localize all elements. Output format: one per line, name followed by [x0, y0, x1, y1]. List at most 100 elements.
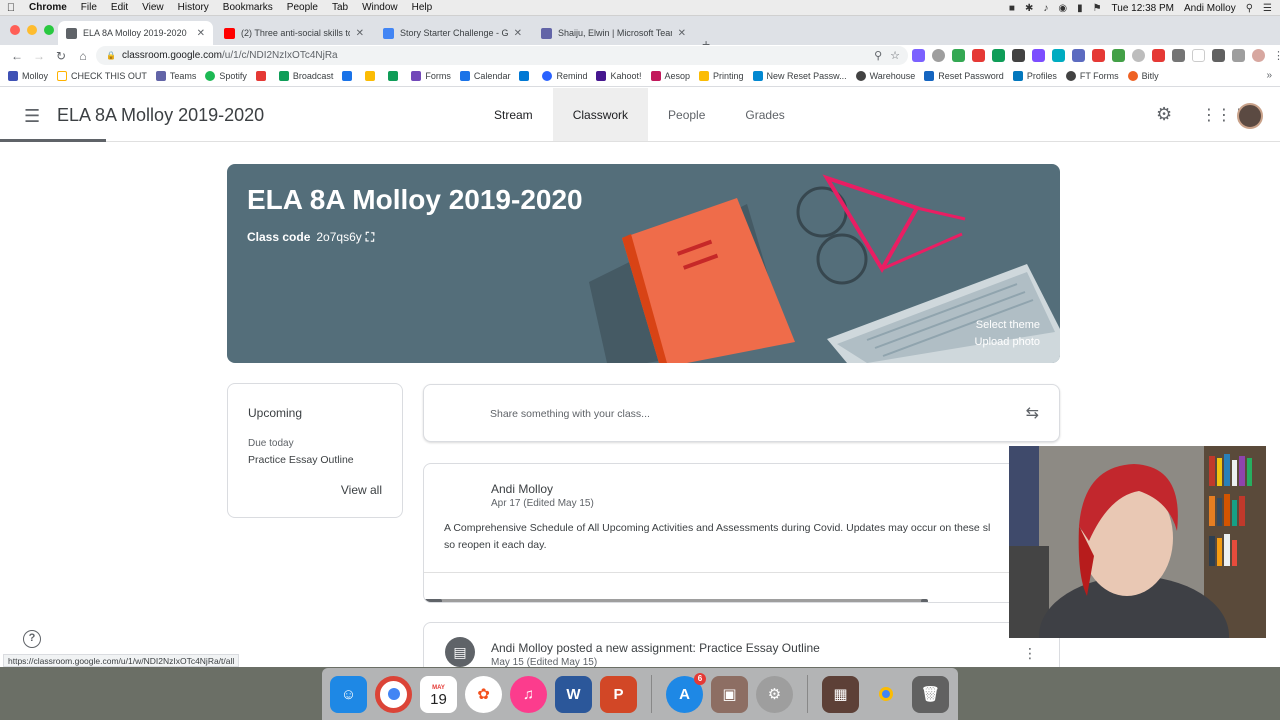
- bookmark-youtube[interactable]: [255, 71, 270, 81]
- scrollbar-thumb-end[interactable]: [921, 599, 928, 602]
- word-icon[interactable]: W: [555, 675, 592, 713]
- class-settings-gear-icon[interactable]: ⚙: [1156, 104, 1172, 125]
- upcoming-item-link[interactable]: Practice Essay Outline: [248, 454, 354, 466]
- bookmark-calendar[interactable]: Calendar: [459, 71, 510, 81]
- photo-booth-icon[interactable]: ▣: [711, 675, 748, 713]
- tab-grades[interactable]: Grades: [725, 88, 804, 141]
- app-store-icon[interactable]: A6: [666, 672, 706, 713]
- extension-icon[interactable]: [1092, 49, 1105, 62]
- extension-icon[interactable]: [1032, 49, 1045, 62]
- back-arrow-icon[interactable]: ←: [6, 49, 28, 63]
- chrome-menu-icon[interactable]: ⋮: [1272, 49, 1280, 62]
- bookmark-sheets[interactable]: [388, 71, 402, 81]
- calendar-app-icon[interactable]: MAY 19: [420, 675, 457, 713]
- more-options-icon[interactable]: ⋮: [1023, 645, 1037, 662]
- bookmark-forms[interactable]: Forms: [411, 71, 451, 81]
- bookmark-reset-password[interactable]: Reset Password: [924, 71, 1004, 81]
- assignment-title[interactable]: Andi Molloy posted a new assignment: Pra…: [491, 641, 820, 655]
- close-window-button[interactable]: [10, 25, 20, 35]
- apple-icon[interactable]: : [0, 2, 22, 14]
- class-title[interactable]: ELA 8A Molloy 2019-2020: [57, 105, 264, 126]
- menu-edit[interactable]: Edit: [104, 2, 135, 13]
- bookmark-check-this-out[interactable]: CHECK THIS OUT: [57, 71, 147, 81]
- extension-icon[interactable]: [1052, 49, 1065, 62]
- notification-center-icon[interactable]: ☰: [1263, 3, 1272, 14]
- browser-tab-docs[interactable]: Story Starter Challenge - Goog ✕: [375, 21, 530, 45]
- upload-photo-link[interactable]: Upload photo: [975, 336, 1040, 348]
- volume-icon[interactable]: ♪: [1043, 3, 1048, 14]
- bookmark-drive[interactable]: [365, 71, 379, 81]
- bookmark-remind[interactable]: Remind: [542, 71, 587, 81]
- wifi-icon[interactable]: ◉: [1058, 3, 1067, 14]
- extension-icon[interactable]: [1072, 49, 1085, 62]
- menu-people[interactable]: People: [280, 2, 325, 13]
- bookmark-new-reset-password[interactable]: New Reset Passw...: [752, 71, 847, 81]
- menu-tab[interactable]: Tab: [325, 2, 355, 13]
- trash-icon[interactable]: 🗑: [912, 675, 949, 713]
- horizontal-scrollbar[interactable]: [426, 599, 924, 602]
- main-menu-icon[interactable]: ☰: [24, 106, 40, 127]
- bookmark-aesop[interactable]: Aesop: [650, 71, 690, 81]
- extension-icon[interactable]: [1172, 49, 1185, 62]
- close-tab-icon[interactable]: ✕: [356, 28, 364, 39]
- browser-tab-teams[interactable]: Shaiju, Elwin | Microsoft Teams ✕: [533, 21, 694, 45]
- bookmark-p[interactable]: [342, 71, 356, 81]
- bookmark-kahoot[interactable]: Kahoot!: [596, 71, 642, 81]
- extension-icon[interactable]: [932, 49, 945, 62]
- bookmark-star-icon[interactable]: ☆: [890, 49, 900, 62]
- expand-fullscreen-icon[interactable]: ⛶: [366, 230, 374, 244]
- menu-view[interactable]: View: [135, 2, 171, 13]
- menu-bookmarks[interactable]: Bookmarks: [216, 2, 280, 13]
- cast-icon[interactable]: [1212, 49, 1225, 62]
- menu-file[interactable]: File: [74, 2, 104, 13]
- extension-icon[interactable]: [972, 49, 985, 62]
- menu-help[interactable]: Help: [405, 2, 440, 13]
- close-tab-icon[interactable]: ✕: [197, 28, 205, 39]
- clock[interactable]: Tue 12:38 PM: [1112, 3, 1174, 14]
- browser-tab-youtube[interactable]: (2) Three anti-social skills to im ✕: [216, 21, 372, 45]
- select-theme-link[interactable]: Select theme: [976, 319, 1040, 331]
- repost-icon[interactable]: ⇆: [1026, 403, 1039, 423]
- bluetooth-icon[interactable]: ✱: [1025, 3, 1033, 14]
- close-tab-icon[interactable]: ✕: [678, 28, 686, 39]
- flag-icon[interactable]: ⚑: [1093, 3, 1102, 14]
- bookmark-printing[interactable]: Printing: [699, 71, 744, 81]
- maximize-window-button[interactable]: [44, 25, 54, 35]
- zoom-icon[interactable]: ⚲: [874, 49, 882, 62]
- bookmark-warehouse[interactable]: Warehouse: [855, 71, 915, 81]
- extension-icon[interactable]: [1152, 49, 1165, 62]
- bookmark-profiles[interactable]: Profiles: [1012, 71, 1057, 81]
- address-bar[interactable]: 🔒 classroom.google.com/u/1/c/NDI2NzIxOTc…: [96, 46, 908, 65]
- camera-status-icon[interactable]: ■: [1009, 3, 1015, 14]
- help-icon[interactable]: ?: [23, 630, 41, 648]
- bookmark-bitly[interactable]: Bitly: [1127, 71, 1159, 81]
- spotlight-search-icon[interactable]: ⚲: [1246, 3, 1253, 14]
- finder-icon[interactable]: ☺: [330, 675, 367, 713]
- extension-icon[interactable]: [1112, 49, 1125, 62]
- lock-icon[interactable]: 🔒: [106, 51, 116, 60]
- tab-classwork[interactable]: Classwork: [552, 88, 649, 141]
- share-input-placeholder[interactable]: Share something with your class...: [490, 408, 650, 420]
- itunes-icon[interactable]: ♫: [510, 675, 547, 713]
- extension-icon[interactable]: [992, 49, 1005, 62]
- menu-history[interactable]: History: [171, 2, 216, 13]
- extension-icon[interactable]: [1012, 49, 1025, 62]
- share-announcement-box[interactable]: Share something with your class... ⇆: [423, 384, 1060, 442]
- close-tab-icon[interactable]: ✕: [514, 28, 522, 39]
- extension-icon[interactable]: [952, 49, 965, 62]
- home-icon[interactable]: ⌂: [72, 49, 94, 63]
- browser-tab-classroom[interactable]: ELA 8A Molloy 2019-2020 ✕: [58, 21, 213, 45]
- bookmark-broadcast[interactable]: Broadcast: [278, 71, 333, 81]
- scrollbar-thumb[interactable]: [424, 599, 442, 602]
- menu-user-name[interactable]: Andi Molloy: [1184, 3, 1236, 14]
- minimized-window-icon[interactable]: ▦: [822, 675, 859, 713]
- bookmark-spotify[interactable]: Spotify: [205, 71, 247, 81]
- profile-avatar-icon[interactable]: [1252, 49, 1265, 62]
- photos-icon[interactable]: ✿: [465, 675, 502, 713]
- tab-people[interactable]: People: [648, 88, 725, 141]
- extension-icon[interactable]: [1192, 49, 1205, 62]
- bookmarks-overflow-icon[interactable]: »: [1266, 70, 1272, 81]
- bookmark-teams[interactable]: Teams: [155, 71, 196, 81]
- reload-icon[interactable]: ↻: [50, 49, 72, 63]
- minimize-window-button[interactable]: [27, 25, 37, 35]
